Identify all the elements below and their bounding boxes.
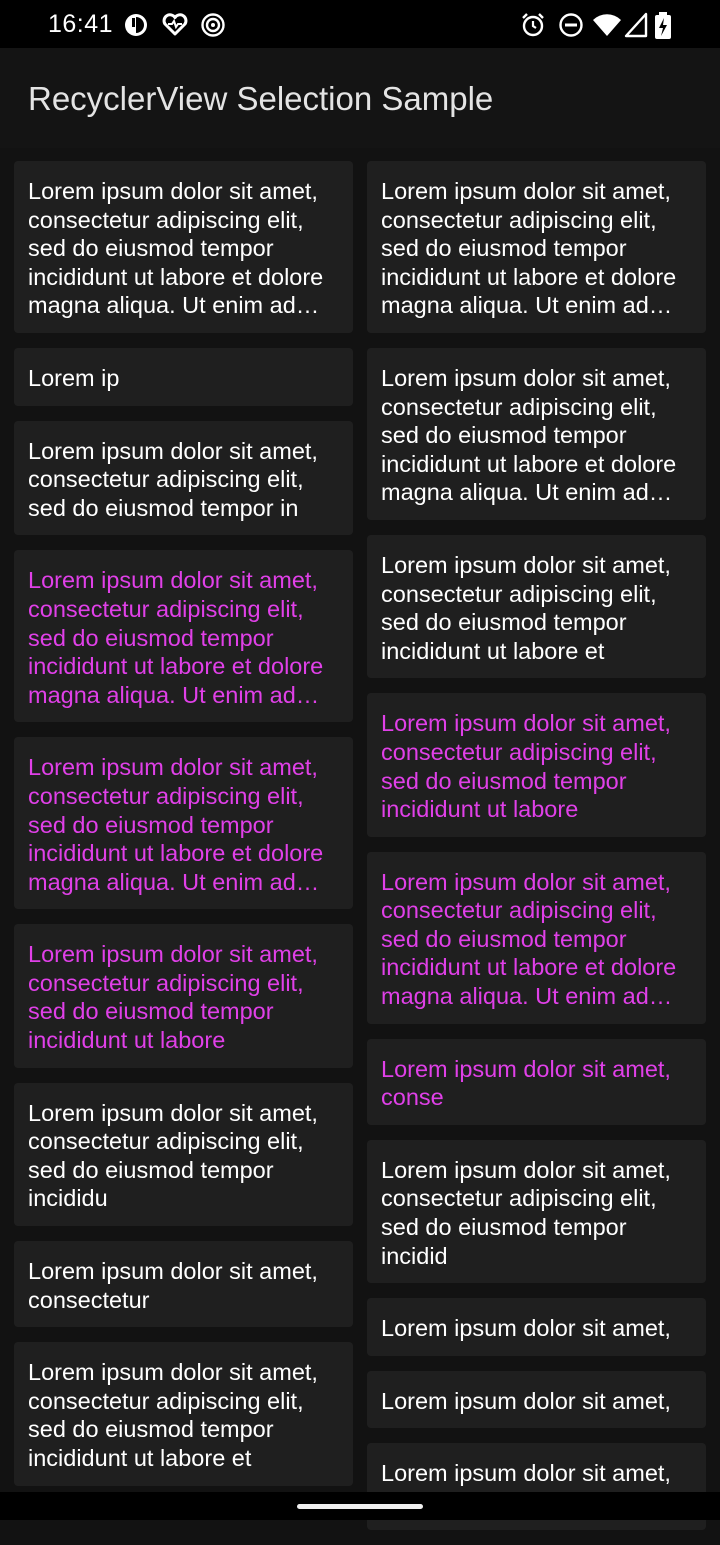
do-not-disturb-icon: [559, 13, 583, 37]
alarm-icon: [522, 13, 544, 37]
status-bar: 16:41: [0, 0, 720, 48]
grid-column-left: Lorem ipsum dolor sit amet, consectetur …: [14, 161, 353, 1501]
grid-card[interactable]: Lorem ipsum dolor sit amet, consectetur …: [14, 1082, 353, 1227]
card-text: Lorem ipsum dolor sit amet, consectetur …: [28, 178, 324, 319]
app-title: RecyclerView Selection Sample: [28, 80, 494, 117]
card-text: Lorem ipsum dolor sit amet, consectetur …: [381, 551, 671, 664]
grid-card[interactable]: Lorem ipsum dolor sit amet, consectetur: [14, 1241, 353, 1328]
app-bar: RecyclerView Selection Sample: [0, 48, 720, 148]
grid-card[interactable]: Lorem ip: [14, 347, 353, 406]
card-text: Lorem ipsum dolor sit amet, consectetur …: [381, 1156, 671, 1269]
grid-card-selected[interactable]: Lorem ipsum dolor sit amet, consectetur …: [367, 693, 706, 837]
wifi-icon: [593, 14, 621, 36]
cellular-signal-icon: [624, 12, 648, 38]
grid-card-selected[interactable]: Lorem ipsum dolor sit amet, consectetur …: [14, 550, 353, 723]
card-text: Lorem ipsum dolor sit amet, consectetur …: [28, 941, 318, 1054]
card-text: Lorem ipsum dolor sit amet, consectetur …: [28, 1359, 318, 1471]
status-time: 16:41: [48, 10, 114, 38]
grid-card-selected[interactable]: Lorem ipsum dolor sit amet, consectetur …: [14, 737, 353, 910]
grid-card-selected[interactable]: Lorem ipsum dolor sit amet, conse: [367, 1038, 706, 1125]
grid-card[interactable]: Lorem ipsum dolor sit amet, consectetur …: [14, 161, 353, 333]
grid-card[interactable]: Lorem ipsum dolor sit amet,: [367, 1370, 706, 1429]
navigation-bar: [0, 1492, 720, 1520]
grid-card[interactable]: Lorem ipsum dolor sit amet, consectetur …: [367, 534, 706, 679]
card-text: Lorem ipsum dolor sit amet, conse: [381, 1055, 671, 1111]
card-text: Lorem ipsum dolor sit amet,: [381, 1315, 671, 1342]
grid-card[interactable]: Lorem ipsum dolor sit amet, consectetur …: [14, 420, 353, 536]
grid-card[interactable]: Lorem ipsum dolor sit amet, consectetur …: [367, 347, 706, 520]
card-text: Lorem ipsum dolor sit amet,: [381, 1387, 671, 1414]
grid-card[interactable]: Lorem ipsum dolor sit amet, consectetur …: [367, 161, 706, 333]
card-text: Lorem ipsum dolor sit amet, consectetur …: [28, 437, 318, 521]
grid-card-selected[interactable]: Lorem ipsum dolor sit amet, consectetur …: [367, 851, 706, 1024]
card-text: Lorem ip: [28, 364, 120, 391]
fingerprint-icon: [201, 13, 225, 37]
grid-card-selected[interactable]: Lorem ipsum dolor sit amet, consectetur …: [14, 924, 353, 1068]
heart-rate-icon: [162, 13, 188, 36]
grid-card[interactable]: Lorem ipsum dolor sit amet, consectetur …: [367, 1139, 706, 1284]
grid-card[interactable]: Lorem ipsum dolor sit amet,: [367, 1298, 706, 1356]
card-text: Lorem ipsum dolor sit amet, consectetur …: [381, 868, 677, 1010]
card-text: Lorem ipsum dolor sit amet, consectetur …: [28, 567, 324, 708]
card-text: Lorem ipsum dolor sit amet, consectetur: [28, 1258, 318, 1313]
card-text: Lorem ipsum dolor sit amet, consectetur …: [381, 178, 677, 319]
gesture-handle[interactable]: [297, 1504, 423, 1509]
card-text: Lorem ipsum dolor sit amet, consectetur …: [381, 710, 671, 823]
card-text: Lorem ipsum dolor sit amet, consectetur …: [381, 364, 677, 506]
grid-card[interactable]: Lorem ipsum dolor sit amet, consectetur …: [14, 1342, 353, 1486]
card-text: Lorem ipsum dolor sit amet, consectetur …: [28, 1099, 318, 1212]
battery-charging-icon: [655, 12, 671, 39]
card-text: Lorem ipsum dolor sit amet, consectetur …: [28, 754, 324, 895]
grid-column-right: Lorem ipsum dolor sit amet, consectetur …: [367, 161, 706, 1545]
data-saver-icon: [125, 14, 147, 36]
